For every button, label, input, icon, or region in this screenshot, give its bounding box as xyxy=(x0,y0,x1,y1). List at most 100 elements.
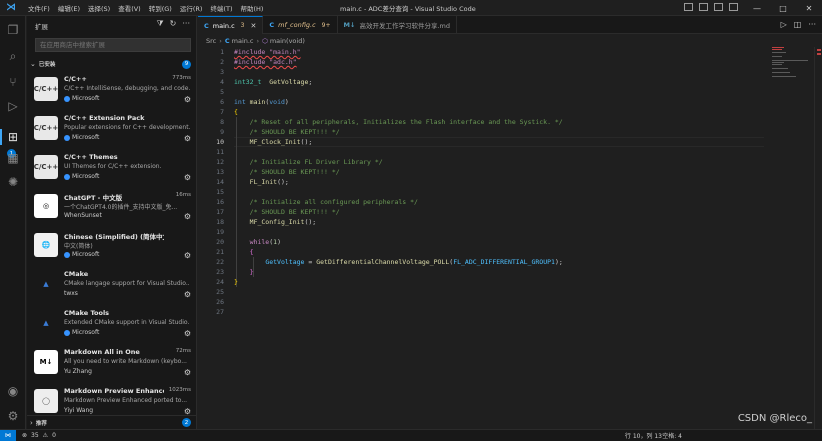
line-number: 7 xyxy=(220,108,224,116)
line-number: 4 xyxy=(220,78,224,86)
more-actions-icon[interactable]: ··· xyxy=(182,19,190,29)
minimize-button[interactable]: — xyxy=(744,0,770,16)
tab-markdown-file[interactable]: M↓ 高效开发工作学习软件分享.md xyxy=(338,16,457,34)
editor-tabs: C main.c 3 ✕ C mf_config.c 9+ M↓ 高效开发工作学… xyxy=(198,16,822,34)
extension-description: C/C++ IntelliSense, debugging, and code.… xyxy=(64,85,190,92)
manage-gear-icon[interactable]: ⚙ xyxy=(184,290,191,299)
extension-name: ChatGPT - 中文版 xyxy=(64,194,123,202)
breadcrumb-folder[interactable]: Src xyxy=(206,37,216,45)
breadcrumb-file[interactable]: main.c xyxy=(232,37,254,45)
extension-item[interactable]: C/C++ C/C++ Themes UI Themes for C/C++ ext… xyxy=(27,150,197,188)
recommended-count-badge: 2 xyxy=(182,418,191,427)
indentation[interactable]: 空格: 4 xyxy=(662,431,682,440)
code-line: MF_Config_Init(); xyxy=(249,218,317,226)
code-line: /* SHOULD BE KEPT!!! */ xyxy=(234,208,340,216)
current-line-highlight xyxy=(234,137,764,147)
chatgpt-icon[interactable]: ✺ xyxy=(5,174,21,190)
account-icon[interactable]: ◉ xyxy=(5,383,21,399)
publisher-name: Microsoft xyxy=(72,173,100,180)
extension-item[interactable]: ◎ ChatGPT - 中文版 16ms 一个ChatGPT4.0的插件_支持中文版_… xyxy=(27,189,197,227)
manage-gear-icon[interactable]: ⚙ xyxy=(184,251,191,260)
recommended-section-header[interactable]: › 推荐 2 xyxy=(27,415,197,429)
code-line: } xyxy=(234,278,238,286)
extension-description: Markdown Preview Enhanced ported to... xyxy=(64,397,188,404)
manage-gear-icon[interactable]: ⚙ xyxy=(184,95,191,104)
customize-layout-icon[interactable] xyxy=(729,3,738,11)
tab-mf-config-c[interactable]: C mf_config.c 9+ xyxy=(263,16,338,34)
code-line: /* Initialize all configured peripherals… xyxy=(234,198,418,206)
extension-item[interactable]: ▲ CMake Tools Extended CMake support in Vi… xyxy=(27,306,197,344)
source-control-icon[interactable]: ⑂ xyxy=(5,74,21,90)
line-number: 16 xyxy=(216,198,224,206)
manage-gear-icon[interactable]: ⚙ xyxy=(184,173,191,182)
extensions-sidebar: 扩展 ⧩ ↻ ··· ⌄ 已安装 9 C/C++ C/C++ 773ms C/C++ … xyxy=(27,16,197,429)
extension-publisher: twxs xyxy=(64,290,78,297)
toggle-panel-icon[interactable] xyxy=(699,3,708,11)
vertical-scrollbar[interactable] xyxy=(814,47,822,429)
extension-publisher: Yu Zhang xyxy=(64,368,92,375)
split-editor-icon[interactable]: ◫ xyxy=(794,20,802,29)
manage-gear-icon[interactable]: ⚙ xyxy=(184,134,191,143)
extension-item[interactable]: C/C++ C/C++ 773ms C/C++ IntelliSense, debug… xyxy=(27,72,197,110)
problems-indicator[interactable]: ⊗ 35 ⚠ 0 xyxy=(22,432,56,439)
settings-gear-icon[interactable]: ⚙ xyxy=(5,408,21,424)
tab-main-c[interactable]: C main.c 3 ✕ xyxy=(198,16,264,34)
extension-description: UI Themes for C/C++ extension. xyxy=(64,163,162,170)
close-button[interactable]: ✕ xyxy=(796,0,822,16)
search-icon[interactable]: ⌕ xyxy=(5,48,21,64)
code-line: /* Initialize FL Driver Library */ xyxy=(234,158,383,166)
menu-help[interactable]: 帮助(H) xyxy=(236,3,267,13)
more-actions-icon[interactable]: ··· xyxy=(808,20,816,29)
extensions-icon[interactable]: ⊞ xyxy=(5,129,21,145)
menu-terminal[interactable]: 终端(T) xyxy=(206,3,236,13)
code-editor[interactable]: 1 2 3 4 5 6 7 8 9 10 11 12 13 14 15 16 17 18 19 20 21 22 23 24 2… xyxy=(198,47,822,429)
toggle-sidebar-icon[interactable] xyxy=(684,3,693,11)
line-number: 3 xyxy=(220,68,224,76)
breadcrumb-symbol[interactable]: main(void) xyxy=(270,37,305,45)
installed-section-header[interactable]: ⌄ 已安装 9 xyxy=(27,58,197,70)
manage-gear-icon[interactable]: ⚙ xyxy=(184,368,191,377)
run-icon[interactable]: ▷ xyxy=(781,20,787,29)
menu-selection[interactable]: 选择(S) xyxy=(84,3,114,13)
extension-item[interactable]: M↓ Markdown All in One 72ms All you need to… xyxy=(27,345,197,383)
line-number: 18 xyxy=(216,218,224,226)
menu-run[interactable]: 运行(R) xyxy=(176,3,207,13)
code-line: int32_t GetVoltage; xyxy=(234,78,313,86)
manage-gear-icon[interactable]: ⚙ xyxy=(184,212,191,221)
csdn-watermark: CSDN @Rleco_ xyxy=(737,413,812,424)
extension-search-input[interactable] xyxy=(35,38,191,52)
extension-item[interactable]: ▲ CMake CMake langage support for Visual S… xyxy=(27,267,197,305)
extension-name: CMake Tools xyxy=(64,309,110,317)
code-line: /* SHOULD BE KEPT!!! */ xyxy=(234,128,340,136)
run-debug-icon[interactable]: ▷ xyxy=(5,98,21,114)
remote-indicator-icon[interactable]: ⋈ xyxy=(0,429,16,441)
menu-file[interactable]: 文件(F) xyxy=(24,3,54,13)
line-number: 17 xyxy=(216,208,224,216)
extension-icon: C/C++ xyxy=(34,116,58,140)
menu-bar: 文件(F) 编辑(E) 选择(S) 查看(V) 转到(G) 运行(R) 终端(T… xyxy=(24,3,267,13)
menu-edit[interactable]: 编辑(E) xyxy=(54,3,84,13)
extension-icon: ▲ xyxy=(34,272,58,296)
extension-item[interactable]: C/C++ C/C++ Extension Pack Popular extensi… xyxy=(27,111,197,149)
toggle-secondary-sidebar-icon[interactable] xyxy=(714,3,723,11)
minimap[interactable] xyxy=(770,47,810,107)
extension-publisher: Microsoft xyxy=(64,134,99,141)
verified-badge-icon xyxy=(64,134,70,141)
extension-icon: 🌐 xyxy=(34,233,58,257)
refresh-icon[interactable]: ↻ xyxy=(170,19,177,29)
extension-item[interactable]: 🌐 Chinese (Simplified) (简体中文) Lang... 中文(简… xyxy=(27,228,197,266)
extension-publisher: Yiyi Wang xyxy=(64,407,93,414)
remote-icon[interactable]: ▦ xyxy=(5,150,21,166)
manage-gear-icon[interactable]: ⚙ xyxy=(184,329,191,338)
menu-go[interactable]: 转到(G) xyxy=(145,3,176,13)
filter-icon[interactable]: ⧩ xyxy=(157,19,164,29)
menu-view[interactable]: 查看(V) xyxy=(114,3,145,13)
code-line: GetVoltage = GetDifferentialChannelVolta… xyxy=(265,258,563,266)
cursor-position[interactable]: 行 10，列 13 xyxy=(625,431,662,440)
code-line: { xyxy=(234,108,238,116)
maximize-button[interactable]: □ xyxy=(770,0,796,16)
extension-name: Markdown All in One xyxy=(64,348,140,356)
code-line: /* SHOULD BE KEPT!!! */ xyxy=(234,168,340,176)
explorer-icon[interactable]: ❐ xyxy=(5,22,21,38)
close-icon[interactable]: ✕ xyxy=(251,22,257,30)
